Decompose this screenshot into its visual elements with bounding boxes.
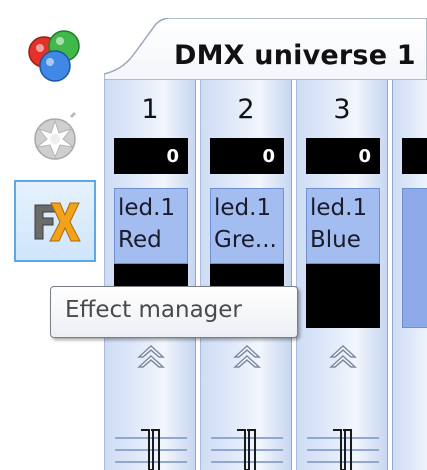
- left-toolbar: [0, 0, 104, 470]
- explosion-icon: [34, 111, 77, 160]
- channel-label: led.1 Blue: [306, 188, 380, 264]
- chevron-up-icon[interactable]: [232, 342, 262, 372]
- tab-dmx-universe-1[interactable]: DMX universe 1: [104, 18, 427, 80]
- fixture-name: led.1: [214, 195, 272, 221]
- fader-slider[interactable]: [105, 416, 197, 470]
- chevron-up-icon[interactable]: [136, 342, 166, 372]
- chevron-up-icon[interactable]: [328, 342, 358, 372]
- effect-manager-tooltip: Effect manager: [50, 286, 298, 338]
- channel-strip-area: 1 0 led.1 Red 2 0 led.1 Gre... 3 0 led.1…: [104, 80, 427, 470]
- colors-button[interactable]: [14, 14, 96, 96]
- tab-title: DMX universe 1: [174, 40, 416, 71]
- channel-value: 0: [114, 138, 188, 174]
- fx-icon: [34, 202, 81, 242]
- fader-slider[interactable]: [297, 416, 389, 470]
- fixture-name: led.1: [310, 195, 368, 221]
- dmx-console-window: DMX universe 1 1 0 led.1 Red 2 0 led.1 G…: [0, 0, 427, 470]
- channel-value-partial: [402, 138, 427, 174]
- channel-number: 1: [141, 94, 159, 125]
- tab-strip: DMX universe 1: [104, 0, 427, 80]
- channel-1: 1 0 led.1 Red: [104, 80, 196, 470]
- channel-label: led.1 Gre...: [210, 188, 284, 264]
- channel-name: Red: [118, 227, 162, 253]
- channel-4-partial: [392, 80, 427, 470]
- colors-icon: [28, 30, 80, 82]
- channel-2: 2 0 led.1 Gre...: [200, 80, 292, 470]
- channel-value: 0: [210, 138, 284, 174]
- channel-3: 3 0 led.1 Blue: [296, 80, 388, 470]
- channel-name: Blue: [310, 227, 361, 253]
- channel-label-box: led.1 Blue: [306, 188, 380, 328]
- fixture-name: led.1: [118, 195, 176, 221]
- channel-label: led.1 Red: [114, 188, 188, 264]
- effect-manager-button[interactable]: [14, 180, 96, 262]
- channel-label-partial: [402, 188, 427, 328]
- explosion-button[interactable]: [14, 96, 96, 178]
- channel-number: 2: [237, 94, 255, 125]
- channel-name: Gre...: [214, 227, 277, 253]
- fader-slider[interactable]: [201, 416, 293, 470]
- channel-value: 0: [306, 138, 380, 174]
- channel-number: 3: [333, 94, 351, 125]
